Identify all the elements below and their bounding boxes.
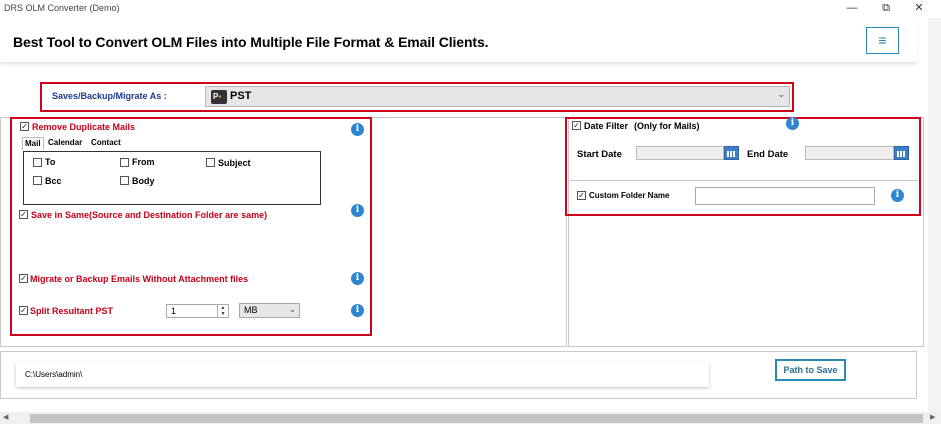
outlook-pst-icon: P▪ — [211, 90, 227, 104]
subject-checkbox[interactable] — [206, 158, 215, 167]
tab-mail[interactable]: Mail — [22, 137, 44, 150]
save-in-same-checkbox[interactable]: ✓ — [19, 210, 28, 219]
info-icon[interactable]: i — [891, 189, 904, 202]
subject-label: Subject — [218, 158, 251, 168]
from-checkbox[interactable] — [120, 158, 129, 167]
vertical-scrollbar[interactable] — [928, 18, 941, 413]
split-size-stepper[interactable]: 1 ▲ ▼ — [166, 304, 229, 318]
scrollbar-thumb[interactable] — [30, 414, 923, 423]
bcc-checkbox[interactable] — [33, 176, 42, 185]
date-filter-checkbox[interactable]: ✓ — [572, 121, 581, 130]
to-checkbox[interactable] — [33, 158, 42, 167]
custom-folder-label: Custom Folder Name — [589, 191, 670, 200]
tab-contact[interactable]: Contact — [89, 137, 123, 148]
info-icon[interactable]: i — [351, 123, 364, 136]
stepper-arrows-icon[interactable]: ▲ ▼ — [217, 305, 228, 317]
calendar-icon[interactable] — [894, 146, 909, 160]
close-button[interactable]: ✕ — [911, 1, 927, 15]
split-size-value: 1 — [171, 306, 177, 316]
split-unit-value: MB — [244, 305, 258, 315]
scroll-right-icon[interactable]: ▶ — [930, 413, 935, 421]
body-label: Body — [132, 176, 155, 186]
date-filter-note: (Only for Mails) — [634, 121, 700, 131]
start-date-input[interactable] — [636, 146, 724, 160]
restore-button[interactable]: ⧉ — [878, 1, 894, 15]
scroll-left-icon[interactable]: ◀ — [3, 413, 8, 421]
path-to-save-button[interactable]: Path to Save — [775, 359, 846, 381]
format-select[interactable]: P▪ PST ⌄ — [205, 86, 790, 107]
destination-path-field[interactable]: C:\Users\admin\ — [16, 362, 709, 387]
format-selected-value: PST — [230, 90, 252, 102]
date-filter-label: Date Filter — [584, 121, 629, 131]
mail-fields-group — [23, 151, 321, 205]
end-date-label: End Date — [747, 149, 789, 160]
header: Best Tool to Convert OLM Files into Mult… — [0, 18, 917, 63]
info-icon[interactable]: i — [351, 204, 364, 217]
hamburger-menu-icon[interactable]: ≡ — [866, 27, 899, 54]
info-icon[interactable]: i — [786, 117, 799, 130]
remove-duplicates-checkbox[interactable]: ✓ — [20, 122, 29, 131]
bcc-label: Bcc — [45, 176, 62, 186]
tab-calendar[interactable]: Calendar — [46, 137, 84, 148]
save-in-same-label: Save in Same(Source and Destination Fold… — [31, 210, 268, 220]
destination-path-value: C:\Users\admin\ — [25, 370, 83, 379]
chevron-down-icon: ⌄ — [777, 89, 785, 99]
start-date-label: Start Date — [577, 149, 622, 160]
from-label: From — [132, 157, 155, 167]
chevron-down-icon: ⌄ — [289, 305, 296, 314]
custom-folder-input[interactable] — [695, 187, 875, 205]
without-attachment-label: Migrate or Backup Emails Without Attachm… — [30, 274, 249, 284]
calendar-icon[interactable] — [724, 146, 739, 160]
to-label: To — [45, 157, 56, 167]
app-title: DRS OLM Converter (Demo) — [4, 3, 120, 13]
body-checkbox[interactable] — [120, 176, 129, 185]
info-icon[interactable]: i — [351, 272, 364, 285]
title-bar — [0, 0, 941, 18]
save-as-label: Saves/Backup/Migrate As : — [52, 91, 167, 101]
custom-folder-checkbox[interactable]: ✓ — [577, 191, 586, 200]
page-title: Best Tool to Convert OLM Files into Mult… — [13, 34, 489, 50]
without-attachment-checkbox[interactable]: ✓ — [19, 274, 28, 283]
split-pst-label: Split Resultant PST — [30, 306, 114, 316]
minimize-button[interactable]: — — [844, 1, 860, 15]
info-icon[interactable]: i — [351, 304, 364, 317]
end-date-input[interactable] — [805, 146, 894, 160]
split-unit-select[interactable]: MB ⌄ — [239, 303, 300, 318]
split-pst-checkbox[interactable]: ✓ — [19, 306, 28, 315]
remove-duplicates-label: Remove Duplicate Mails — [32, 122, 136, 132]
